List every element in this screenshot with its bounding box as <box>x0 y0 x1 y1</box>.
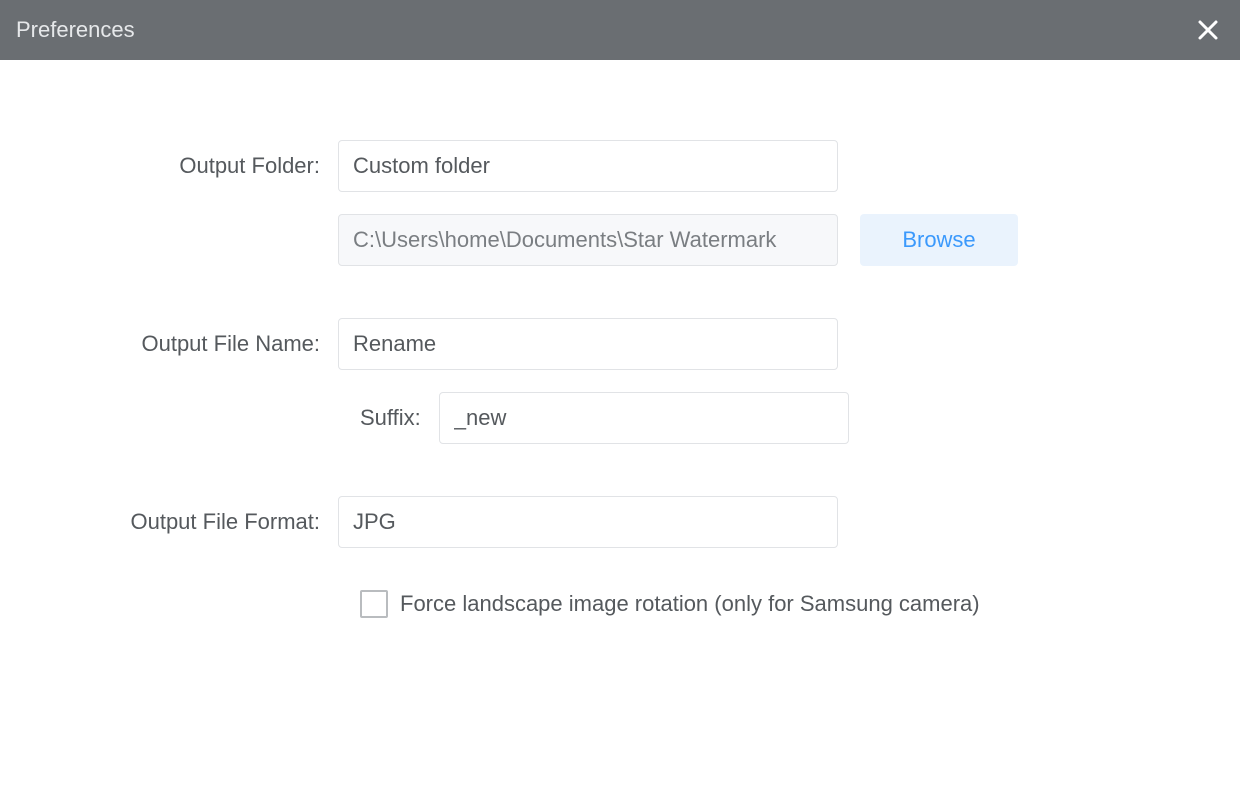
output-file-format-select[interactable] <box>338 496 838 548</box>
preferences-content: Output Folder: Browse Output File Name: … <box>0 60 1240 658</box>
output-file-name-label: Output File Name: <box>40 331 338 357</box>
close-button[interactable] <box>1192 14 1224 46</box>
output-folder-row: Output Folder: <box>40 140 1200 192</box>
output-file-format-label: Output File Format: <box>40 509 338 535</box>
force-landscape-row: Force landscape image rotation (only for… <box>360 590 1200 618</box>
output-file-name-select[interactable] <box>338 318 838 370</box>
suffix-row: Suffix: <box>360 392 1200 444</box>
titlebar: Preferences <box>0 0 1240 60</box>
close-icon <box>1197 19 1219 41</box>
output-file-name-row: Output File Name: <box>40 318 1200 370</box>
suffix-input[interactable] <box>439 392 849 444</box>
suffix-label: Suffix: <box>360 405 439 431</box>
output-folder-select[interactable] <box>338 140 838 192</box>
output-file-format-row: Output File Format: <box>40 496 1200 548</box>
force-landscape-checkbox[interactable] <box>360 590 388 618</box>
output-folder-label: Output Folder: <box>40 153 338 179</box>
output-folder-path <box>338 214 838 266</box>
browse-button[interactable]: Browse <box>860 214 1018 266</box>
window-title: Preferences <box>16 17 135 43</box>
output-folder-path-row: Browse <box>40 214 1200 266</box>
force-landscape-label: Force landscape image rotation (only for… <box>400 591 980 617</box>
